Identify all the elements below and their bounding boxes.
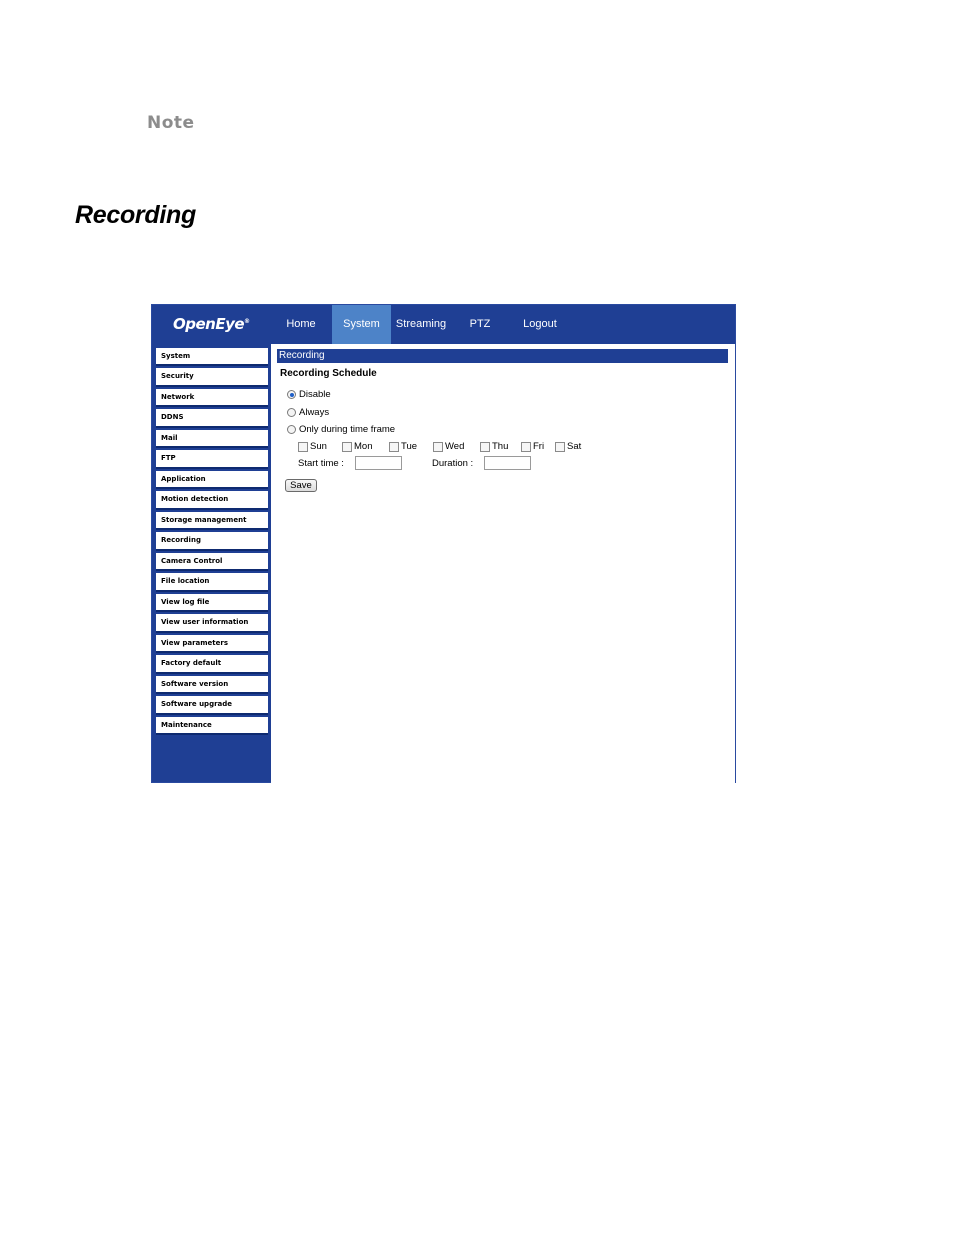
- note-label: Note: [147, 113, 195, 133]
- sidebar-item-view-parameters[interactable]: View parameters: [156, 634, 268, 654]
- day-fri-label: Fri: [533, 441, 545, 452]
- sidebar-item-factory-default[interactable]: Factory default: [156, 655, 268, 674]
- save-button[interactable]: Save: [285, 479, 317, 492]
- sidebar-item-maintenance[interactable]: Maintenance: [156, 716, 268, 736]
- nav-home[interactable]: Home: [276, 305, 326, 344]
- checkbox-fri[interactable]: [521, 441, 531, 452]
- option-disable[interactable]: Disable: [287, 389, 331, 400]
- nav-streaming[interactable]: Streaming: [392, 305, 450, 344]
- checkbox-wed[interactable]: [433, 441, 443, 452]
- nav-logout[interactable]: Logout: [514, 305, 566, 344]
- sidebar-item-view-user-information[interactable]: View user information: [156, 614, 268, 633]
- sidebar-item-motion-detection[interactable]: Motion detection: [156, 491, 268, 510]
- day-tue-label: Tue: [401, 441, 418, 452]
- day-thu-label: Thu: [492, 441, 509, 452]
- top-nav-bar: OpenEye® Home System Streaming PTZ Logou…: [152, 305, 735, 344]
- option-time-frame-label: Only during time frame: [299, 424, 396, 435]
- sidebar-item-file-location[interactable]: File location: [156, 573, 268, 592]
- radio-time-frame[interactable]: [287, 425, 296, 434]
- day-mon[interactable]: Mon: [342, 441, 389, 452]
- day-tue[interactable]: Tue: [389, 441, 433, 452]
- sidebar-menu: System Security Network DDNS Mail FTP Ap…: [156, 348, 268, 737]
- day-sat-label: Sat: [567, 441, 582, 452]
- camera-web-ui-screenshot: OpenEye® Home System Streaming PTZ Logou…: [151, 304, 736, 783]
- sidebar-item-recording[interactable]: Recording: [156, 532, 268, 551]
- sidebar-item-mail[interactable]: Mail: [156, 429, 268, 449]
- recording-schedule-title: Recording Schedule: [280, 368, 377, 379]
- checkbox-sat[interactable]: [555, 441, 565, 452]
- sidebar-item-software-upgrade[interactable]: Software upgrade: [156, 696, 268, 715]
- option-time-frame[interactable]: Only during time frame: [287, 424, 395, 435]
- option-always-label: Always: [299, 407, 330, 418]
- sidebar-item-camera-control[interactable]: Camera Control: [156, 552, 268, 572]
- nav-system[interactable]: System: [332, 305, 391, 344]
- option-disable-label: Disable: [299, 389, 331, 400]
- day-wed-label: Wed: [445, 441, 465, 452]
- sidebar-item-security[interactable]: Security: [156, 368, 268, 387]
- sidebar-item-ddns[interactable]: DDNS: [156, 409, 268, 428]
- day-wed[interactable]: Wed: [433, 441, 480, 452]
- day-checkboxes: Sun Mon Tue Wed Thu Fri Sat: [298, 441, 595, 452]
- main-content-panel: Recording Recording Schedule Disable Alw…: [271, 344, 735, 783]
- sidebar-item-application[interactable]: Application: [156, 470, 268, 490]
- sidebar-item-view-log-file[interactable]: View log file: [156, 593, 268, 613]
- checkbox-tue[interactable]: [389, 441, 399, 452]
- duration-label: Duration :: [432, 458, 474, 469]
- sidebar-item-network[interactable]: Network: [156, 388, 268, 408]
- day-fri[interactable]: Fri: [521, 441, 555, 452]
- start-time-input[interactable]: [355, 456, 402, 470]
- openeye-logo: OpenEye®: [173, 315, 250, 333]
- radio-always[interactable]: [287, 408, 296, 417]
- checkbox-thu[interactable]: [480, 441, 490, 452]
- nav-ptz[interactable]: PTZ: [460, 305, 500, 344]
- radio-disable[interactable]: [287, 390, 296, 399]
- section-title-bar: Recording: [277, 349, 728, 363]
- sidebar-item-system[interactable]: System: [156, 348, 268, 367]
- sidebar-item-ftp[interactable]: FTP: [156, 450, 268, 469]
- sidebar-item-storage-management[interactable]: Storage management: [156, 511, 268, 531]
- day-sat[interactable]: Sat: [555, 441, 595, 452]
- option-always[interactable]: Always: [287, 407, 329, 418]
- day-mon-label: Mon: [354, 441, 373, 452]
- section-heading: Recording: [75, 201, 196, 229]
- duration-input[interactable]: [484, 456, 531, 470]
- sidebar-item-software-version[interactable]: Software version: [156, 675, 268, 695]
- checkbox-mon[interactable]: [342, 441, 352, 452]
- day-sun[interactable]: Sun: [298, 441, 342, 452]
- day-sun-label: Sun: [310, 441, 327, 452]
- day-thu[interactable]: Thu: [480, 441, 521, 452]
- checkbox-sun[interactable]: [298, 441, 308, 452]
- start-time-label: Start time :: [298, 458, 344, 469]
